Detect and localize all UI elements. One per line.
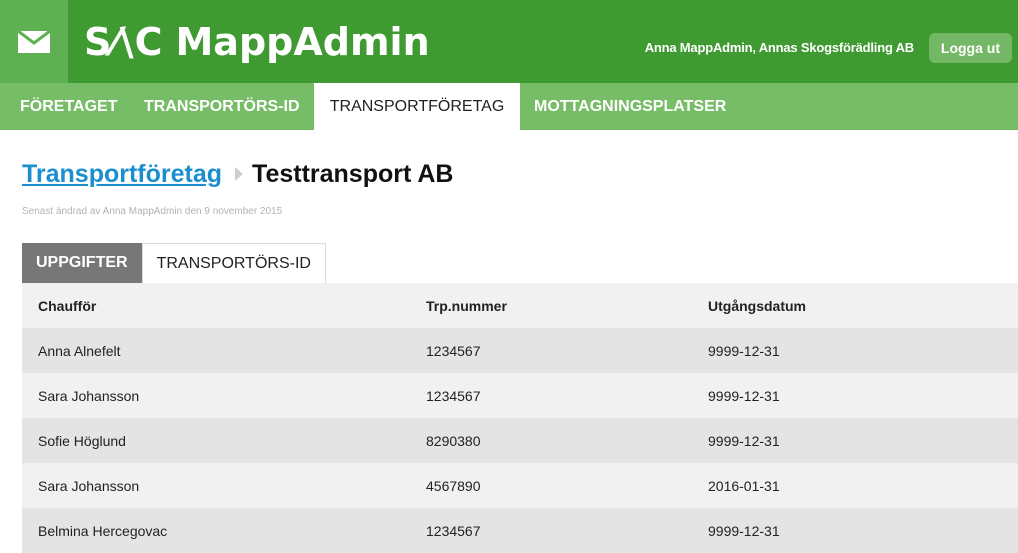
drivers-table: Chaufför Trp.nummer Utgångsdatum Anna Al…: [22, 283, 1018, 553]
last-modified-note: Senast ändrad av Anna MappAdmin den 9 no…: [22, 206, 283, 217]
tab-bar: UPPGIFTER TRANSPORTÖRS-ID: [22, 243, 326, 283]
table-row[interactable]: Sofie Höglund 8290380 9999-12-31: [22, 418, 1018, 463]
cell-trp-number: 1234567: [426, 387, 481, 404]
table-row[interactable]: Belmina Hercegovac 1234567 9999-12-31: [22, 508, 1018, 553]
cell-expiry-date: 9999-12-31: [708, 522, 780, 539]
column-header-chauffor[interactable]: Chaufför: [22, 298, 426, 314]
nav-item-transportforetag[interactable]: TRANSPORTFÖRETAG: [314, 83, 520, 130]
column-header-utgangsdatum[interactable]: Utgångsdatum: [708, 298, 1018, 314]
cell-trp-number: 1234567: [426, 342, 481, 359]
app-name: MappAdmin: [175, 20, 430, 64]
cell-driver: Sara Johansson: [38, 477, 140, 494]
logout-button[interactable]: Logga ut: [928, 33, 1012, 63]
cell-driver: Sofie Höglund: [38, 432, 126, 449]
mail-button[interactable]: [0, 0, 68, 83]
nav-item-transportors-id[interactable]: TRANSPORTÖRS-ID: [124, 83, 320, 130]
cell-trp-number: 8290380: [426, 432, 481, 449]
cell-driver: Belmina Hercegovac: [38, 522, 168, 539]
breadcrumb-parent-link[interactable]: Transportföretag: [22, 160, 222, 189]
tab-uppgifter[interactable]: UPPGIFTER: [22, 243, 142, 283]
table-row[interactable]: Sara Johansson 4567890 2016-01-31: [22, 463, 1018, 508]
nav-item-foretaget[interactable]: FÖRETAGET: [0, 83, 137, 130]
cell-trp-number: 1234567: [426, 522, 481, 539]
column-header-trp-nummer[interactable]: Trp.nummer: [426, 298, 708, 314]
page-title: Testtransport AB: [252, 159, 454, 188]
breadcrumb: Transportföretag Testtransport AB: [22, 154, 453, 194]
table-row[interactable]: Sara Johansson 1234567 9999-12-31: [22, 373, 1018, 418]
nav-item-mottagningsplatser[interactable]: MOTTAGNINGSPLATSER: [534, 83, 726, 130]
cell-expiry-date: 9999-12-31: [708, 387, 780, 404]
cell-expiry-date: 9999-12-31: [708, 432, 780, 449]
chevron-right-icon: [234, 166, 244, 182]
top-header: S⁄\C MappAdmin Anna MappAdmin, Annas Sko…: [0, 0, 1018, 83]
tab-transportors-id[interactable]: TRANSPORTÖRS-ID: [141, 243, 326, 283]
logo-mark: S⁄\C: [84, 20, 164, 64]
app-logo[interactable]: S⁄\C MappAdmin: [84, 16, 430, 68]
cell-driver: Anna Alnefelt: [38, 342, 121, 359]
cell-trp-number: 4567890: [426, 477, 481, 494]
mail-icon: [17, 29, 51, 53]
table-header-row: Chaufför Trp.nummer Utgångsdatum: [22, 283, 1018, 328]
user-info: Anna MappAdmin, Annas Skogsförädling AB: [644, 40, 915, 55]
cell-driver: Sara Johansson: [38, 387, 140, 404]
cell-expiry-date: 9999-12-31: [708, 342, 780, 359]
main-nav: FÖRETAGET TRANSPORTÖRS-ID TRANSPORTFÖRET…: [0, 83, 1018, 130]
table-row[interactable]: Anna Alnefelt 1234567 9999-12-31: [22, 328, 1018, 373]
cell-expiry-date: 2016-01-31: [708, 477, 780, 494]
